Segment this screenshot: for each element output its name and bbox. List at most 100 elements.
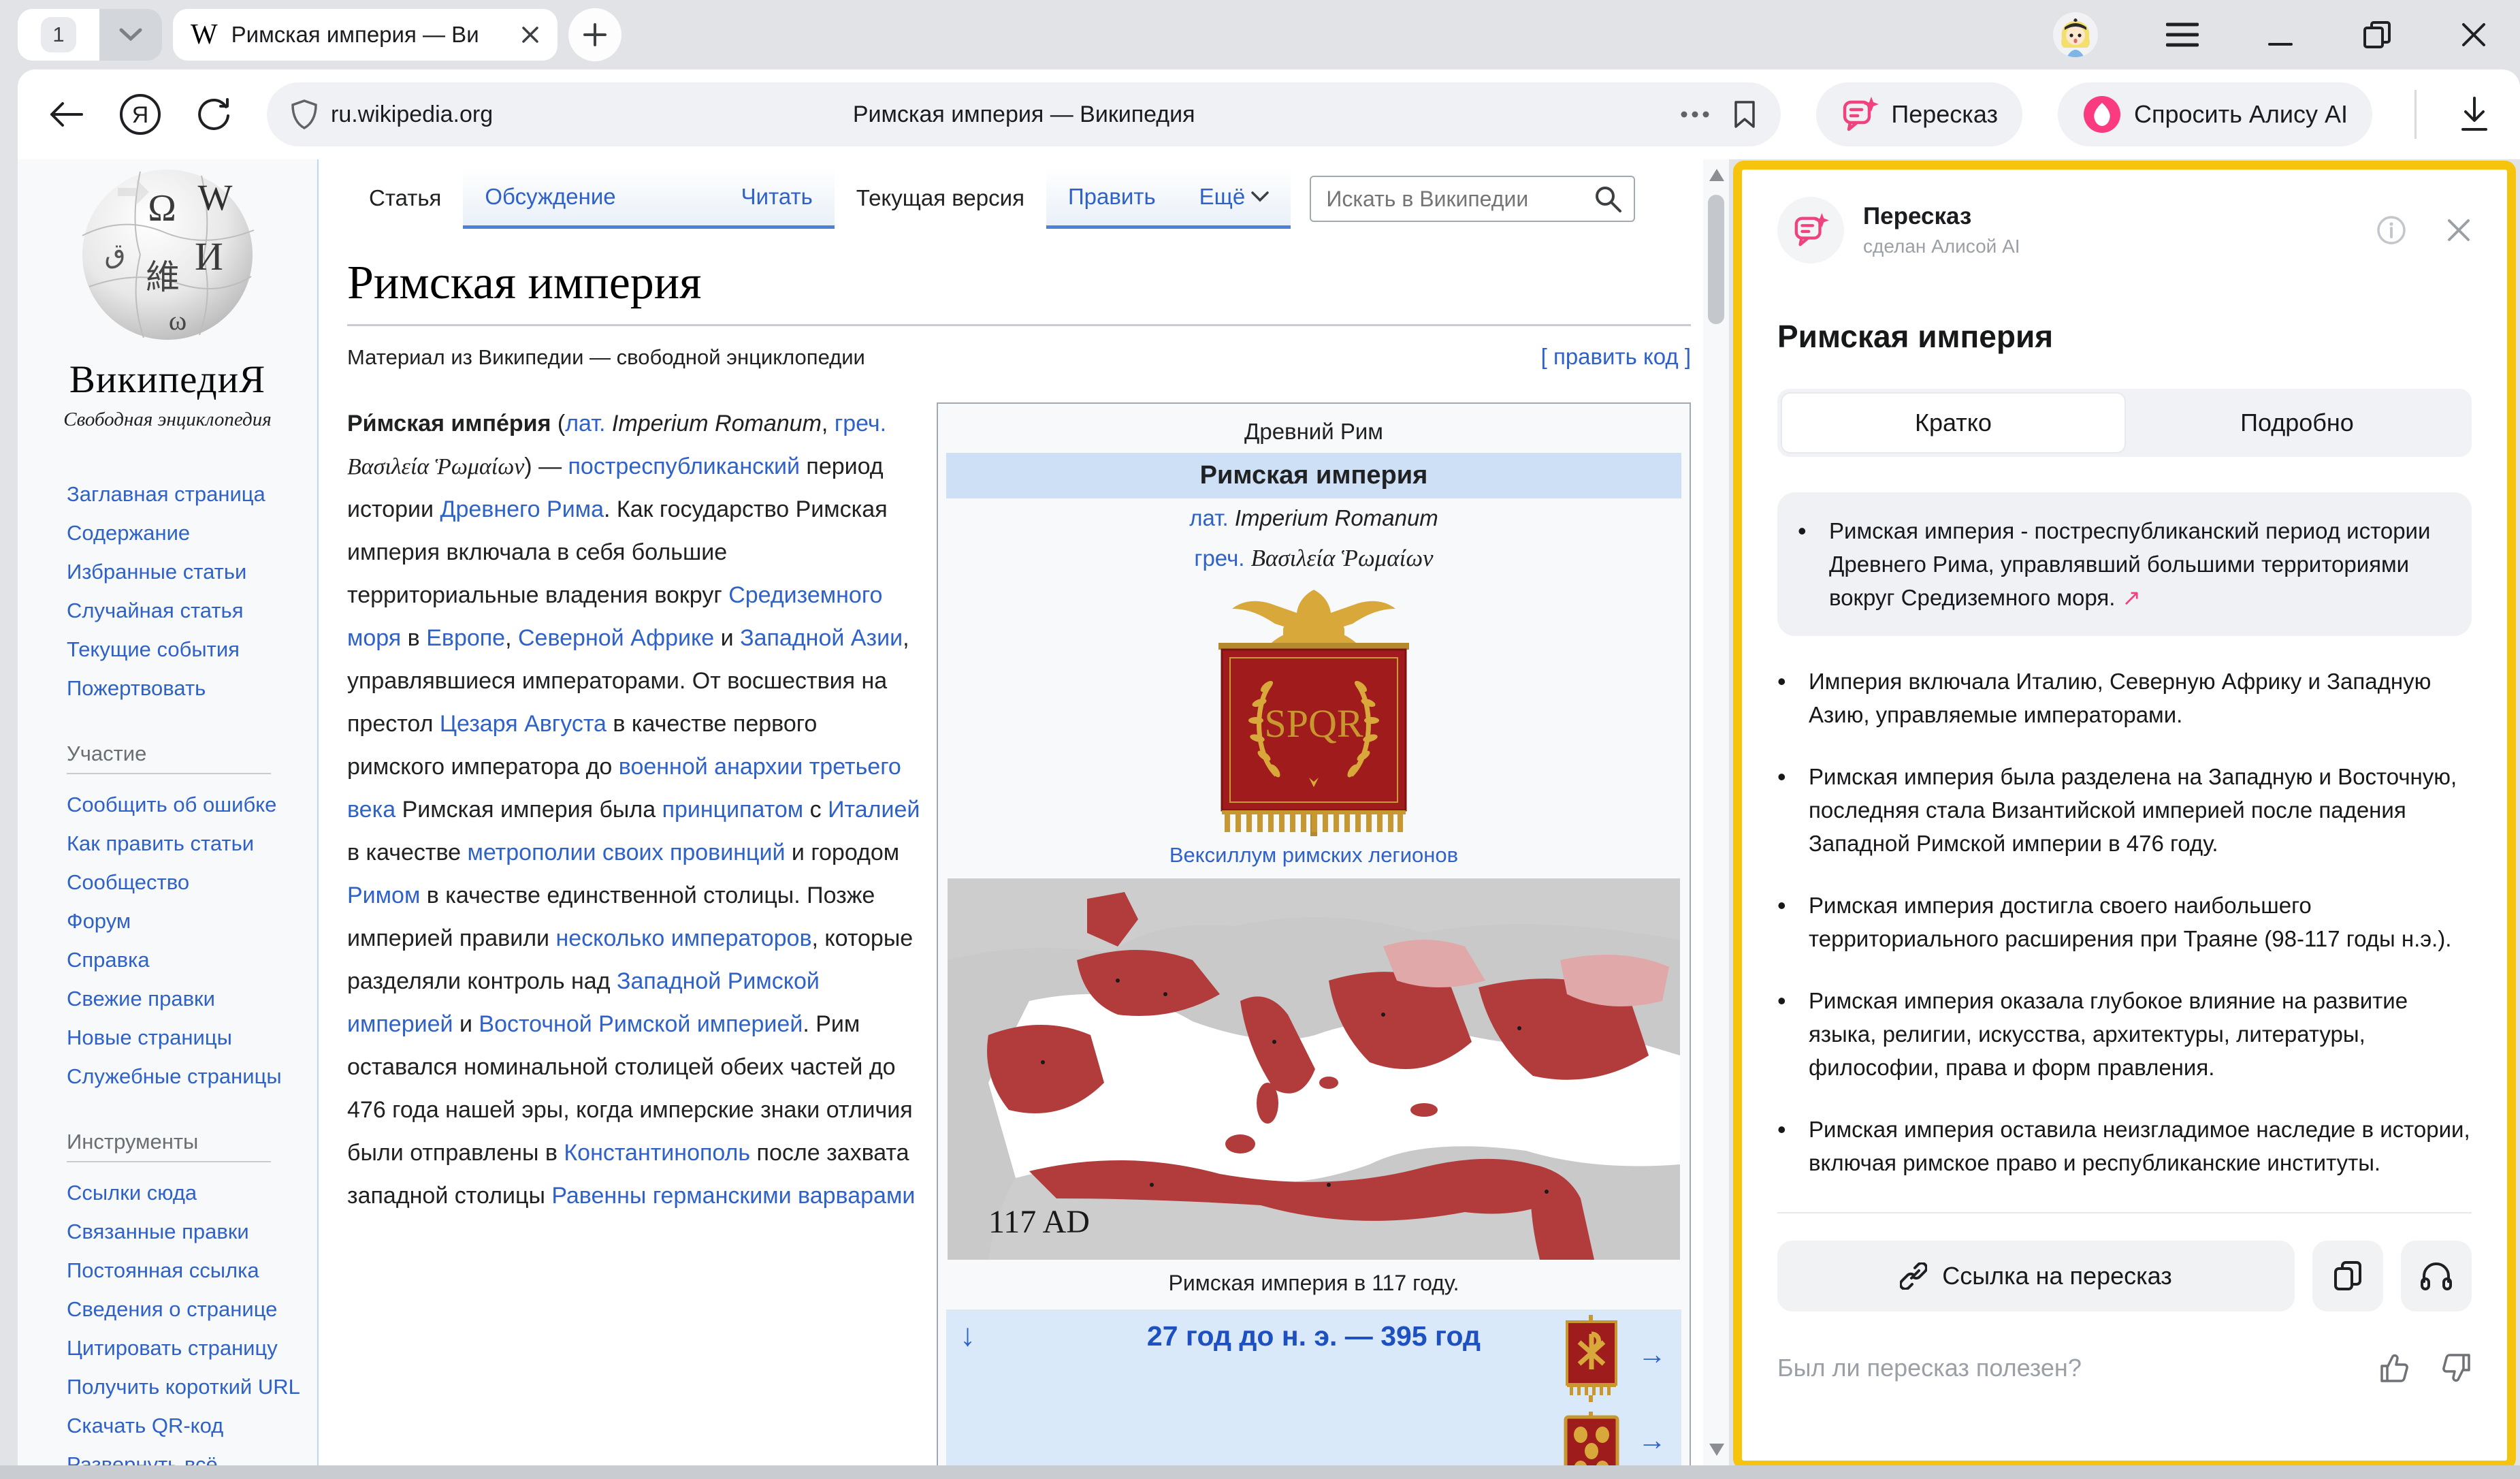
article-link[interactable]: несколько императоров: [556, 925, 812, 951]
sidebar-link[interactable]: Пожертвовать: [67, 669, 317, 707]
browser-tab[interactable]: W Римская империя — Ви: [173, 9, 558, 61]
article-link[interactable]: Цезаря Августа: [440, 711, 607, 737]
sidebar-link[interactable]: Цитировать страницу: [67, 1329, 317, 1367]
thumbs-down-icon[interactable]: [2440, 1352, 2472, 1384]
article-link[interactable]: греч.: [1194, 545, 1244, 571]
summary-bullet-highlighted[interactable]: Римская империя - постреспубликанский пе…: [1777, 492, 2472, 636]
copy-summary-button[interactable]: [2312, 1241, 2383, 1311]
wiki-search-input[interactable]: [1310, 176, 1635, 222]
address-url[interactable]: ru.wikipedia.org: [331, 101, 493, 128]
sidebar-link[interactable]: Новые страницы: [67, 1018, 317, 1057]
wikipedia-wordmark[interactable]: ВикипедиЯ: [18, 357, 317, 402]
tab-current-version[interactable]: Текущая версия: [835, 168, 1046, 229]
article-link[interactable]: лат.: [1189, 505, 1229, 530]
user-avatar[interactable]: [2053, 12, 2098, 57]
tab-article[interactable]: Статья: [347, 168, 463, 229]
article-link[interactable]: Древнего Рима: [440, 496, 604, 522]
close-panel-icon[interactable]: [2446, 217, 2472, 243]
restore-window-icon[interactable]: [2362, 20, 2392, 50]
sidebar-link[interactable]: Справка: [67, 940, 317, 979]
bookmark-icon[interactable]: [1733, 99, 1756, 129]
search-icon[interactable]: [1593, 184, 1623, 214]
labarum-banner-image[interactable]: [1559, 1315, 1624, 1402]
thumbs-up-icon[interactable]: [2379, 1352, 2410, 1384]
sidebar-link[interactable]: Форум: [67, 902, 317, 940]
tab-more[interactable]: Ещё: [1178, 168, 1291, 229]
edit-source-link[interactable]: [ править код ]: [1541, 344, 1691, 370]
article-link[interactable]: принципатом: [662, 797, 804, 823]
tab-group-control[interactable]: 1: [18, 9, 162, 61]
tab-group-chevron-button[interactable]: [99, 9, 162, 61]
article-link[interactable]: Восточной Римской империей: [479, 1011, 803, 1037]
tab-counter[interactable]: 1: [18, 9, 99, 61]
wikipedia-globe-logo[interactable]: Ω W И 維 ق ω: [76, 168, 259, 348]
timeline-next-arrow-2[interactable]: →: [1638, 1424, 1666, 1457]
wiki-search[interactable]: [1310, 176, 1635, 222]
sidebar-link[interactable]: Служебные страницы: [67, 1057, 317, 1096]
browser-menu-icon[interactable]: [2166, 22, 2199, 48]
tab-detailed[interactable]: Подробно: [2126, 392, 2468, 454]
info-icon[interactable]: [2376, 215, 2406, 245]
address-bar[interactable]: ru.wikipedia.org Римская империя — Викип…: [267, 82, 1781, 146]
article-link[interactable]: Европе: [426, 625, 505, 651]
tab-read[interactable]: Читать: [720, 168, 835, 229]
sidebar-link[interactable]: Избранные статьи: [67, 552, 317, 591]
sidebar-link[interactable]: Связанные правки: [67, 1212, 317, 1251]
wiki-scrollbar[interactable]: [1703, 159, 1729, 1465]
sidebar-link[interactable]: Развернуть всё: [67, 1445, 317, 1465]
more-extensions-icon[interactable]: [1680, 110, 1710, 118]
article-link[interactable]: метрополии своих провинций: [468, 840, 786, 865]
sidebar-link[interactable]: Как править статьи: [67, 824, 317, 863]
back-icon[interactable]: [48, 101, 83, 128]
scrollbar-up-arrow[interactable]: [1709, 169, 1724, 181]
retell-link-button[interactable]: Ссылка на пересказ: [1777, 1241, 2295, 1311]
tab-edit[interactable]: Править: [1046, 168, 1178, 229]
vexillum-caption-link[interactable]: Вексиллум римских легионов: [946, 836, 1681, 870]
article-link[interactable]: германскими варварами: [653, 1183, 916, 1209]
yandex-home-icon[interactable]: Я: [118, 93, 162, 136]
sidebar-link[interactable]: Случайная статья: [67, 591, 317, 630]
article-link[interactable]: Константинополь: [564, 1140, 750, 1166]
scrollbar-down-arrow[interactable]: [1709, 1444, 1724, 1456]
sidebar-link[interactable]: Сообщить об ошибке: [67, 785, 317, 824]
dotted-banner-image[interactable]: [1559, 1412, 1624, 1465]
sidebar-link[interactable]: Скачать QR-код: [67, 1406, 317, 1445]
sidebar-nav: Заглавная страницаСодержаниеИзбранные ст…: [18, 475, 317, 1465]
minimize-window-icon[interactable]: [2267, 21, 2294, 48]
ask-alice-button[interactable]: Спросить Алису AI: [2058, 82, 2372, 146]
spqr-vexillum-image[interactable]: SPQR: [1201, 583, 1426, 836]
empire-map-image[interactable]: 117 AD: [948, 878, 1680, 1260]
downloads-icon[interactable]: [2459, 97, 2490, 132]
sidebar-link[interactable]: Сведения о странице: [67, 1290, 317, 1329]
article-link[interactable]: Римом: [347, 882, 420, 908]
sidebar-link[interactable]: Свежие правки: [67, 979, 317, 1018]
timeline-next-arrow[interactable]: →: [1638, 1338, 1666, 1371]
retell-button[interactable]: Пересказ: [1816, 82, 2022, 146]
tab-brief[interactable]: Кратко: [1781, 392, 2126, 454]
article-link[interactable]: Западной Азии: [740, 625, 903, 651]
close-tab-icon[interactable]: [521, 25, 540, 44]
reload-icon[interactable]: [197, 97, 231, 131]
sidebar-link[interactable]: Заглавная страница: [67, 475, 317, 513]
new-tab-button[interactable]: [568, 8, 621, 61]
article-link[interactable]: греч.: [835, 411, 886, 436]
panel-subtitle: сделан Алисой AI: [1863, 236, 2020, 257]
close-window-icon[interactable]: [2460, 21, 2487, 48]
listen-summary-button[interactable]: [2401, 1241, 2472, 1311]
sidebar-link[interactable]: Текущие события: [67, 630, 317, 669]
scrollbar-thumb[interactable]: [1708, 195, 1724, 324]
sidebar-link[interactable]: Содержание: [67, 513, 317, 552]
article-link[interactable]: лат.: [565, 411, 605, 436]
sidebar-link[interactable]: Получить короткий URL: [67, 1367, 317, 1406]
security-shield-icon[interactable]: [291, 99, 317, 129]
article-link[interactable]: Северной Африке: [518, 625, 714, 651]
article-link[interactable]: постреспубликанский: [568, 454, 800, 479]
article-link[interactable]: Италией: [828, 797, 920, 823]
article-link[interactable]: Равенны: [551, 1183, 646, 1209]
sidebar-link[interactable]: Ссылки сюда: [67, 1173, 317, 1212]
sidebar-link[interactable]: Сообщество: [67, 863, 317, 902]
tab-talk[interactable]: Обсуждение: [463, 168, 637, 229]
sidebar-link[interactable]: Постоянная ссылка: [67, 1251, 317, 1290]
source-link-arrow-icon[interactable]: ↗: [2122, 585, 2141, 610]
panel-divider: [1777, 1212, 2472, 1213]
